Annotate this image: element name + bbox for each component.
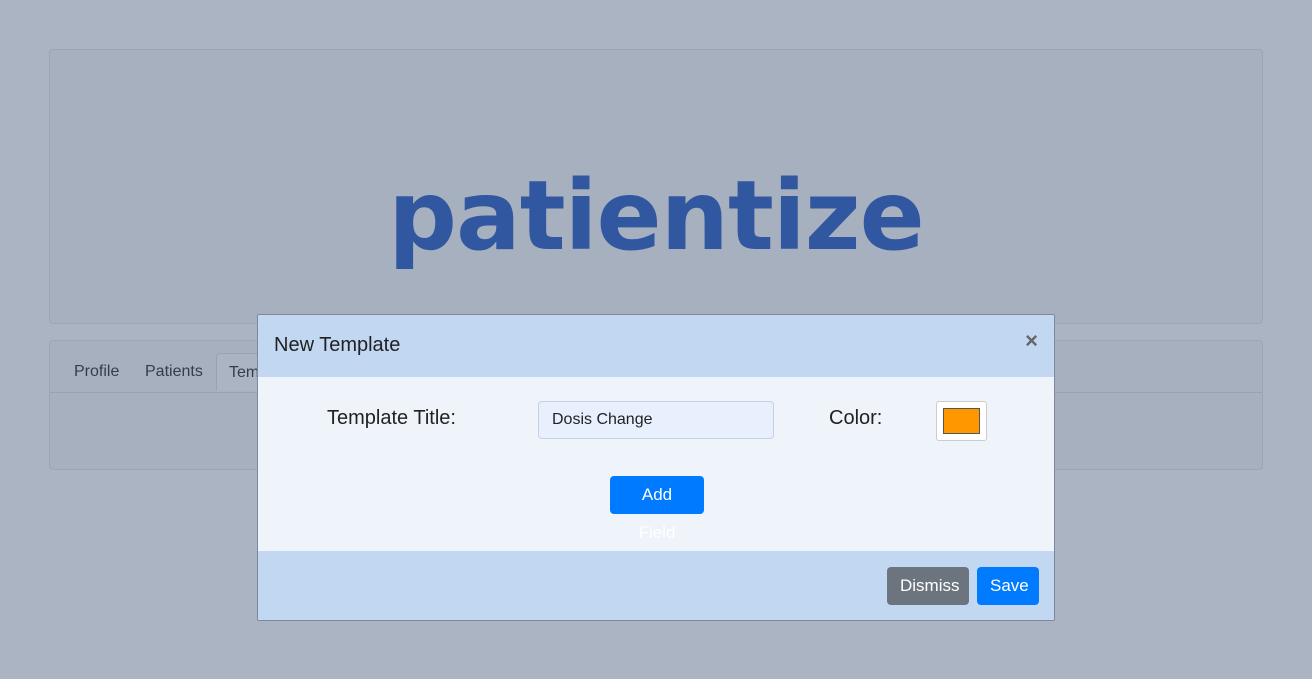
save-button[interactable]: Save [977, 567, 1039, 605]
modal-footer: Dismiss Save [258, 551, 1054, 620]
color-swatch [943, 408, 980, 434]
color-label: Color: [829, 407, 883, 429]
close-icon[interactable]: × [1025, 329, 1038, 353]
add-field-button[interactable]: Add Field [610, 476, 704, 542]
color-picker[interactable] [936, 401, 987, 441]
template-title-input[interactable] [538, 401, 774, 439]
modal-title: New Template [274, 334, 401, 356]
dismiss-button[interactable]: Dismiss [887, 567, 969, 605]
new-template-modal: New Template × Template Title: Color: Ad… [257, 314, 1055, 621]
template-title-label: Template Title: [327, 407, 456, 429]
modal-body: Template Title: Color: Add Field [258, 377, 1054, 551]
modal-header: New Template × [258, 315, 1054, 377]
